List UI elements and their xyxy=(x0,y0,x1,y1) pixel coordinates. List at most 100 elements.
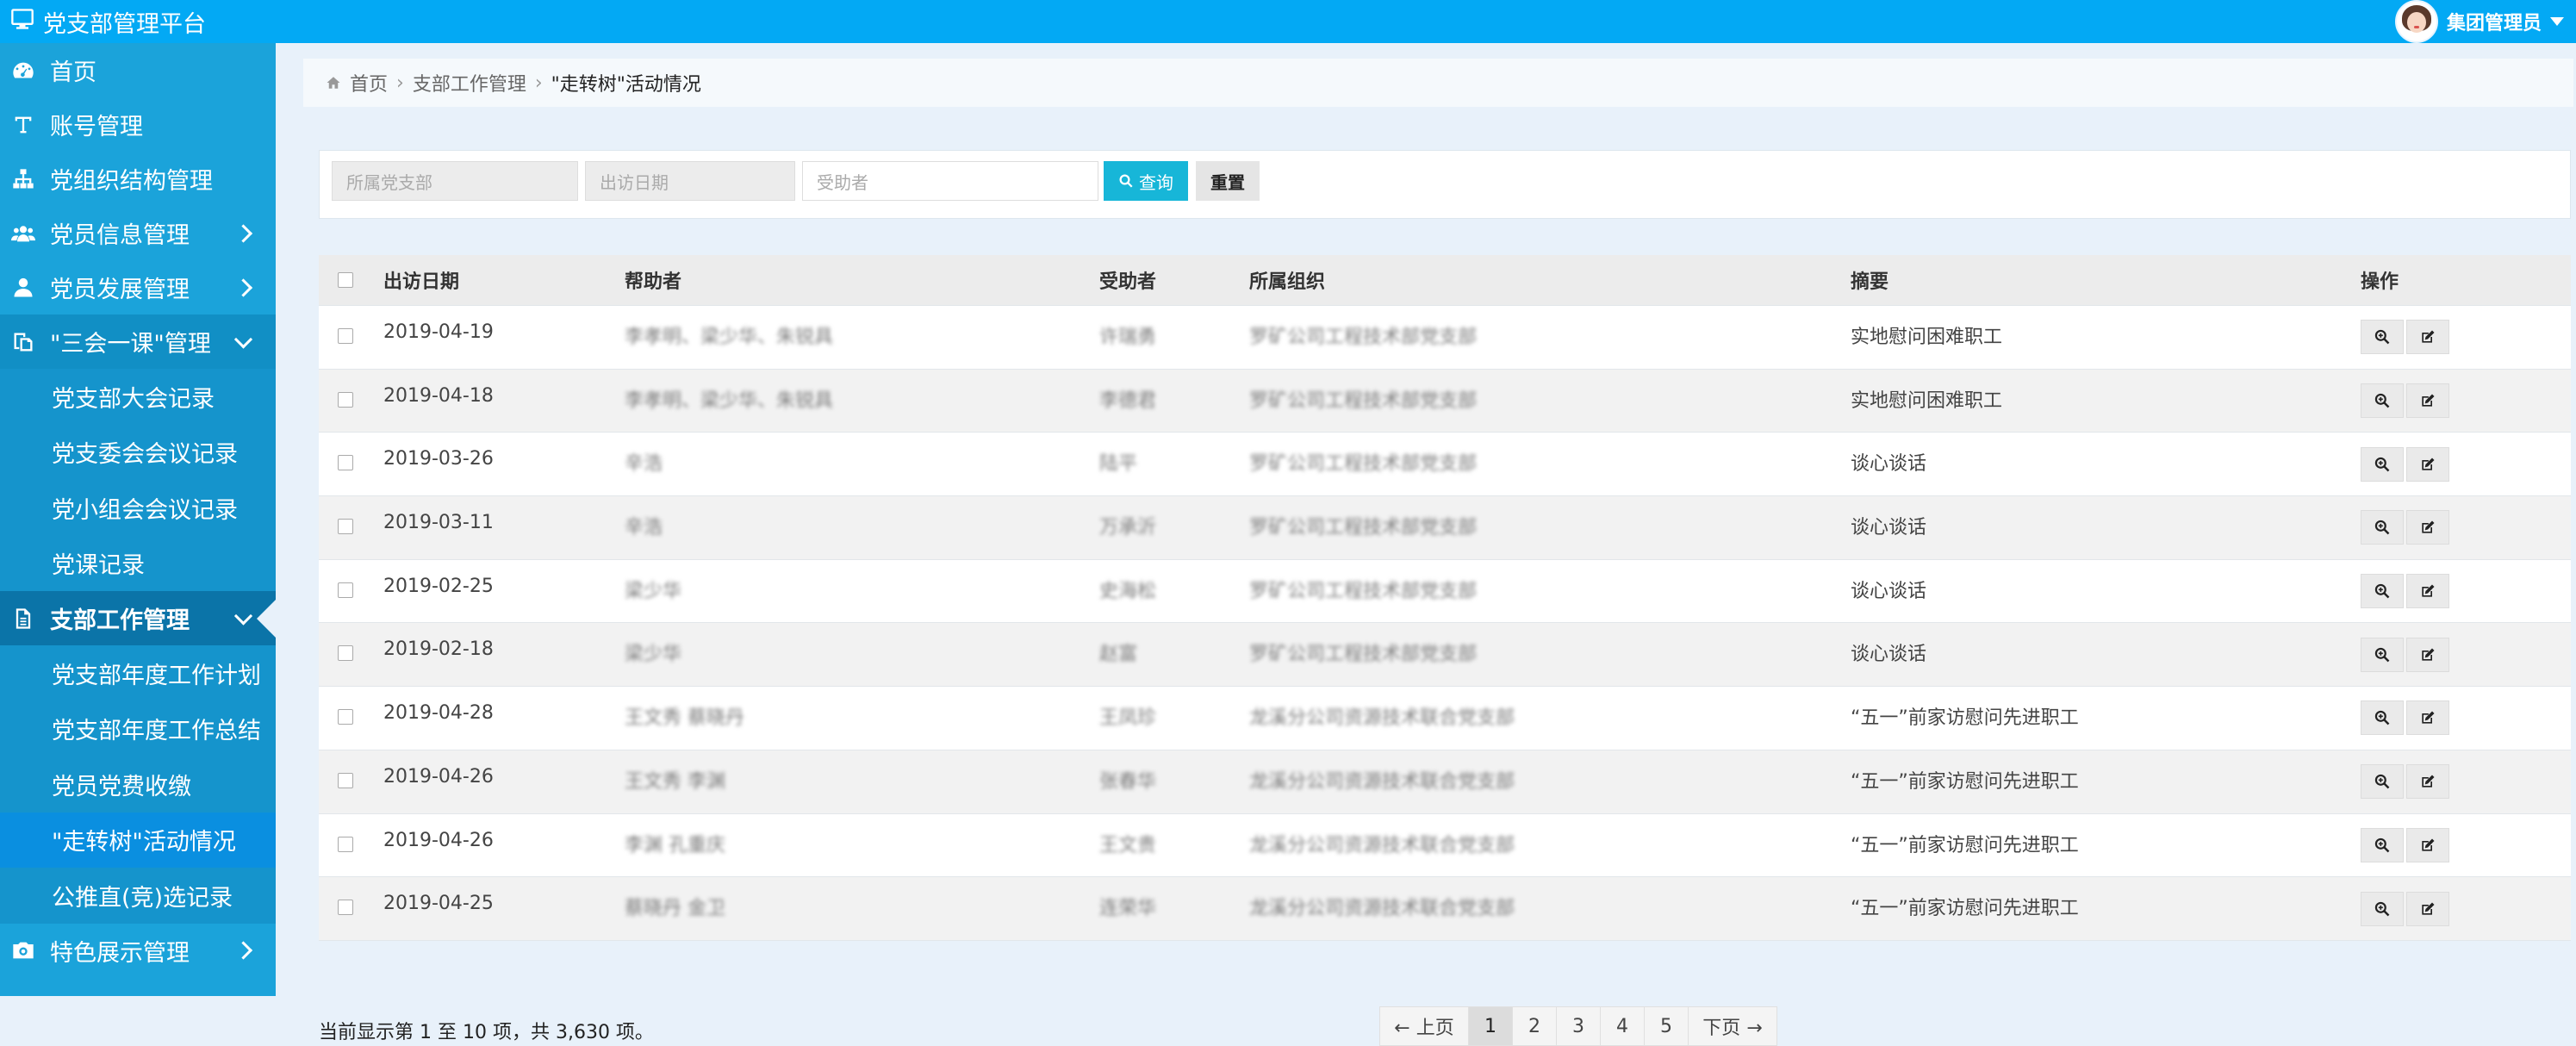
table-row: 2019-03-26 辛浩 陆平 罗矿公司工程技术部党支部 谈心谈话 xyxy=(319,433,2571,497)
edit-button[interactable] xyxy=(2406,891,2449,926)
sidebar-subitem-annual-plan[interactable]: 党支部年度工作计划 xyxy=(0,645,276,701)
chevron-down-icon xyxy=(2550,17,2564,26)
table-row: 2019-04-26 王文秀 李渊 张春华 龙溪分公司资源技术联合党支部 “五一”前家访… xyxy=(319,750,2571,814)
view-button[interactable] xyxy=(2361,827,2404,862)
edit-button[interactable] xyxy=(2406,700,2449,736)
column-header-helpers[interactable]: 帮助者 xyxy=(625,255,681,305)
view-button[interactable] xyxy=(2361,510,2404,545)
breadcrumb-level1[interactable]: 支部工作管理 xyxy=(413,69,526,97)
avatar[interactable] xyxy=(2394,0,2438,43)
table-row: 2019-04-26 李渊 孔重庆 王文贵 龙溪分公司资源技术联合党支部 “五一”前家访… xyxy=(319,813,2571,878)
sidebar-item-branch-work[interactable]: 支部工作管理 xyxy=(0,591,276,645)
column-header-org[interactable]: 所属组织 xyxy=(1249,255,1325,305)
sidebar-item-accounts[interactable]: 账号管理 xyxy=(0,97,276,152)
page-4-button[interactable]: 4 xyxy=(1600,1006,1645,1046)
breadcrumb-home[interactable]: 首页 xyxy=(350,69,388,97)
edit-icon xyxy=(2419,773,2436,790)
view-button[interactable] xyxy=(2361,637,2404,672)
sidebar: 首页 账号管理 党组织结构管理 党员信息管理 党员发展管理 "三会一课"管理 党… xyxy=(0,43,276,996)
view-button[interactable] xyxy=(2361,574,2404,609)
chevron-right-icon xyxy=(233,941,253,960)
row-checkbox[interactable] xyxy=(338,836,353,852)
edit-icon xyxy=(2419,900,2436,918)
zoom-icon xyxy=(2374,709,2391,726)
edit-button[interactable] xyxy=(2406,637,2449,672)
row-checkbox[interactable] xyxy=(338,519,353,535)
column-header-summary[interactable]: 摘要 xyxy=(1851,255,1888,305)
column-header-actions: 操作 xyxy=(2361,271,2399,293)
table-row: 2019-02-25 梁少华 史海松 罗矿公司工程技术部党支部 谈心谈话 xyxy=(319,559,2571,624)
brand[interactable]: 党支部管理平台 xyxy=(10,0,206,43)
sidebar-item-three-meetings[interactable]: "三会一课"管理 xyxy=(0,314,276,369)
edit-button[interactable] xyxy=(2406,383,2449,419)
select-all-checkbox[interactable] xyxy=(338,272,353,288)
edit-button[interactable] xyxy=(2406,574,2449,609)
row-checkbox[interactable] xyxy=(338,455,353,471)
edit-button[interactable] xyxy=(2406,320,2449,355)
edit-button[interactable] xyxy=(2406,510,2449,545)
table-row: 2019-04-25 蔡晓丹 金卫 连荣华 龙溪分公司资源技术联合党支部 “五一”前家访… xyxy=(319,877,2571,941)
page-1-button[interactable]: 1 xyxy=(1468,1006,1513,1046)
page-3-button[interactable]: 3 xyxy=(1556,1006,1601,1046)
row-checkbox[interactable] xyxy=(338,772,353,788)
sidebar-subitem-election-records[interactable]: 公推直(竞)选记录 xyxy=(0,868,276,924)
copy-icon xyxy=(9,327,38,357)
user-menu[interactable]: 集团管理员 xyxy=(2394,0,2564,43)
edit-button[interactable] xyxy=(2406,446,2449,482)
zoom-icon xyxy=(2374,328,2391,346)
sidebar-item-member-development[interactable]: 党员发展管理 xyxy=(0,260,276,314)
edit-button[interactable] xyxy=(2406,827,2449,862)
branch-filter-input[interactable]: 所属党支部 xyxy=(332,161,578,201)
sitemap-icon xyxy=(9,165,38,194)
column-header-date[interactable]: 出访日期 xyxy=(383,255,459,305)
row-checkbox[interactable] xyxy=(338,709,353,725)
date-filter-input[interactable]: 出访日期 xyxy=(585,161,795,201)
table-row: 2019-04-28 王文秀 蔡晓丹 王凤珍 龙溪分公司资源技术联合党支部 “五一”前家… xyxy=(319,687,2571,750)
view-button[interactable] xyxy=(2361,764,2404,800)
row-checkbox[interactable] xyxy=(338,900,353,916)
row-checkbox[interactable] xyxy=(338,328,353,344)
recipient-filter-input[interactable]: 受助者 xyxy=(802,161,1098,201)
sidebar-item-org-structure[interactable]: 党组织结构管理 xyxy=(0,152,276,206)
breadcrumb-current: "走转树"活动情况 xyxy=(551,74,701,96)
view-button[interactable] xyxy=(2361,320,2404,355)
page-5-button[interactable]: 5 xyxy=(1644,1006,1689,1046)
zoom-icon xyxy=(2374,392,2391,409)
camera-icon xyxy=(9,936,38,965)
cell-recipient: 连荣华 xyxy=(1099,898,1157,920)
row-checkbox[interactable] xyxy=(338,645,353,662)
query-button[interactable]: 查询 xyxy=(1104,161,1188,201)
edit-button[interactable] xyxy=(2406,764,2449,800)
sidebar-item-feature-display[interactable]: 特色展示管理 xyxy=(0,924,276,978)
main-content: 首页 › 支部工作管理 › "走转树"活动情况 所属党支部 出访日期 受助者 查… xyxy=(303,59,2573,1046)
zoom-icon xyxy=(2374,519,2391,536)
sidebar-subitem-committee-meeting[interactable]: 党支委会会议记录 xyxy=(0,424,276,480)
sidebar-subitem-branch-meeting[interactable]: 党支部大会记录 xyxy=(0,369,276,425)
row-checkbox[interactable] xyxy=(338,582,353,598)
zoom-icon xyxy=(2374,773,2391,790)
zoom-icon xyxy=(2374,900,2391,918)
edit-icon xyxy=(2419,646,2436,663)
sidebar-subitem-party-dues[interactable]: 党员党费收缴 xyxy=(0,756,276,813)
page-2-button[interactable]: 2 xyxy=(1512,1006,1557,1046)
sidebar-subitem-group-meeting[interactable]: 党小组会会议记录 xyxy=(0,480,276,536)
view-button[interactable] xyxy=(2361,700,2404,736)
sidebar-subitem-zouzhuanshu[interactable]: "走转树"活动情况 xyxy=(0,812,276,868)
next-page-button[interactable]: 下页 → xyxy=(1688,1006,1777,1046)
row-checkbox[interactable] xyxy=(338,391,353,408)
sidebar-subitem-party-lecture[interactable]: 党课记录 xyxy=(0,535,276,591)
cell-org: 龙溪分公司资源技术联合党支部 xyxy=(1249,898,1515,920)
reset-button[interactable]: 重置 xyxy=(1196,161,1260,201)
table-header: 出访日期 帮助者 受助者 所属组织 摘要 操作 xyxy=(319,255,2571,306)
view-button[interactable] xyxy=(2361,383,2404,419)
sidebar-subitem-annual-summary[interactable]: 党支部年度工作总结 xyxy=(0,700,276,756)
view-button[interactable] xyxy=(2361,446,2404,482)
sidebar-item-home[interactable]: 首页 xyxy=(0,43,276,97)
view-button[interactable] xyxy=(2361,891,2404,926)
column-header-recipient[interactable]: 受助者 xyxy=(1099,255,1156,305)
edit-icon xyxy=(2419,328,2436,346)
prev-page-button[interactable]: ← 上页 xyxy=(1379,1006,1469,1046)
records-table: 出访日期 帮助者 受助者 所属组织 摘要 操作 2019-04-19 李孝明、梁少… xyxy=(319,255,2571,941)
sidebar-item-member-info[interactable]: 党员信息管理 xyxy=(0,206,276,260)
search-icon xyxy=(1119,174,1133,188)
